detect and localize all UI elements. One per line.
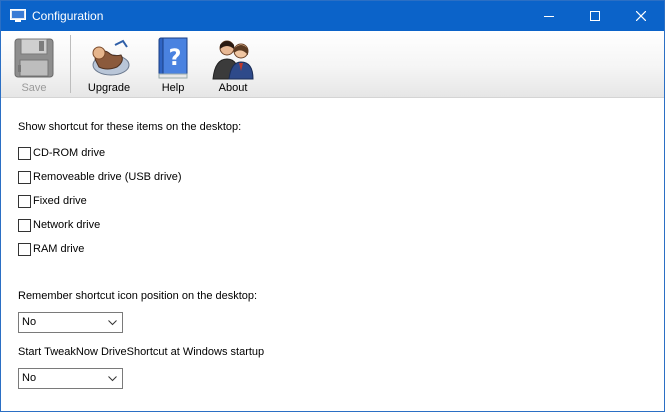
fixed-drive-label: Fixed drive (33, 195, 87, 207)
network-drive-checkbox[interactable] (18, 219, 31, 232)
people-icon (212, 40, 254, 80)
upgrade-button[interactable]: Upgrade (83, 35, 135, 95)
title-bar[interactable]: Configuration (1, 1, 664, 31)
upgrade-cd-icon (92, 39, 130, 76)
maximize-button[interactable] (572, 1, 618, 31)
cdrom-drive-label: CD-ROM drive (33, 147, 106, 159)
help-label: Help (161, 82, 185, 94)
minimize-button[interactable] (526, 1, 572, 31)
removeable-drive-label: Removeable drive (USB drive) (33, 171, 182, 183)
close-button[interactable] (618, 1, 664, 31)
network-drive-label: Network drive (33, 219, 101, 231)
fixed-drive-checkbox[interactable] (18, 195, 31, 208)
close-icon (636, 11, 646, 21)
chevron-down-icon (108, 320, 117, 326)
help-book-icon: ? (158, 37, 188, 79)
ram-drive-checkbox[interactable] (18, 243, 31, 256)
remember-position-select[interactable]: No (18, 312, 123, 333)
toolbar: Save Upgrade ? Help About (1, 31, 664, 98)
startup-value: No (22, 372, 37, 384)
save-label: Save (21, 82, 47, 94)
toolbar-separator (70, 35, 71, 93)
cdrom-drive-checkbox[interactable] (18, 147, 31, 160)
upgrade-label: Upgrade (87, 82, 131, 94)
save-button[interactable]: Save (11, 35, 57, 95)
remember-position-value: No (22, 316, 37, 328)
monitor-icon (10, 9, 26, 22)
maximize-icon (590, 11, 600, 21)
startup-label: Start TweakNow DriveShortcut at Windows … (18, 346, 265, 358)
about-button[interactable]: About (209, 35, 257, 95)
startup-select[interactable]: No (18, 368, 123, 389)
minimize-icon (544, 16, 554, 17)
settings-panel: Show shortcut for these items on the des… (1, 99, 664, 411)
about-label: About (218, 82, 248, 94)
removeable-drive-checkbox[interactable] (18, 171, 31, 184)
shortcuts-heading: Show shortcut for these items on the des… (18, 121, 242, 133)
help-button[interactable]: ? Help (150, 35, 196, 95)
ram-drive-label: RAM drive (33, 243, 85, 255)
window-title: Configuration (32, 9, 104, 23)
chevron-down-icon (108, 376, 117, 382)
svg-text:?: ? (169, 46, 182, 71)
floppy-disk-icon (14, 38, 54, 78)
configuration-window: Configuration Save Upgrade ? Help About … (0, 0, 665, 412)
remember-position-label: Remember shortcut icon position on the d… (18, 290, 258, 302)
